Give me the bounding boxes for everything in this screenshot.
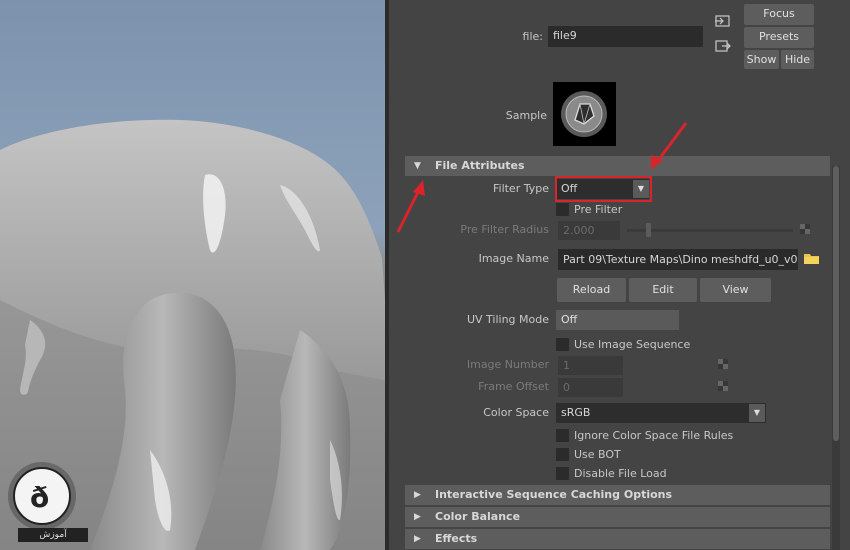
dinosaur-model-render: ð [0, 119, 385, 550]
annotation-arrow-icon [396, 180, 425, 233]
annotation-arrow-icon [651, 122, 688, 170]
maya-window: ð آموزش file: file9 Focus Presets Show H… [0, 0, 850, 550]
svg-text:ð: ð [30, 481, 49, 514]
watermark-logo: ð [8, 462, 76, 530]
watermark-text: آموزش [18, 528, 88, 542]
viewport-3d[interactable]: ð آموزش [0, 0, 385, 550]
attribute-editor: file: file9 Focus Presets Show Hide Samp… [389, 0, 850, 550]
annotation-arrows [396, 122, 688, 233]
